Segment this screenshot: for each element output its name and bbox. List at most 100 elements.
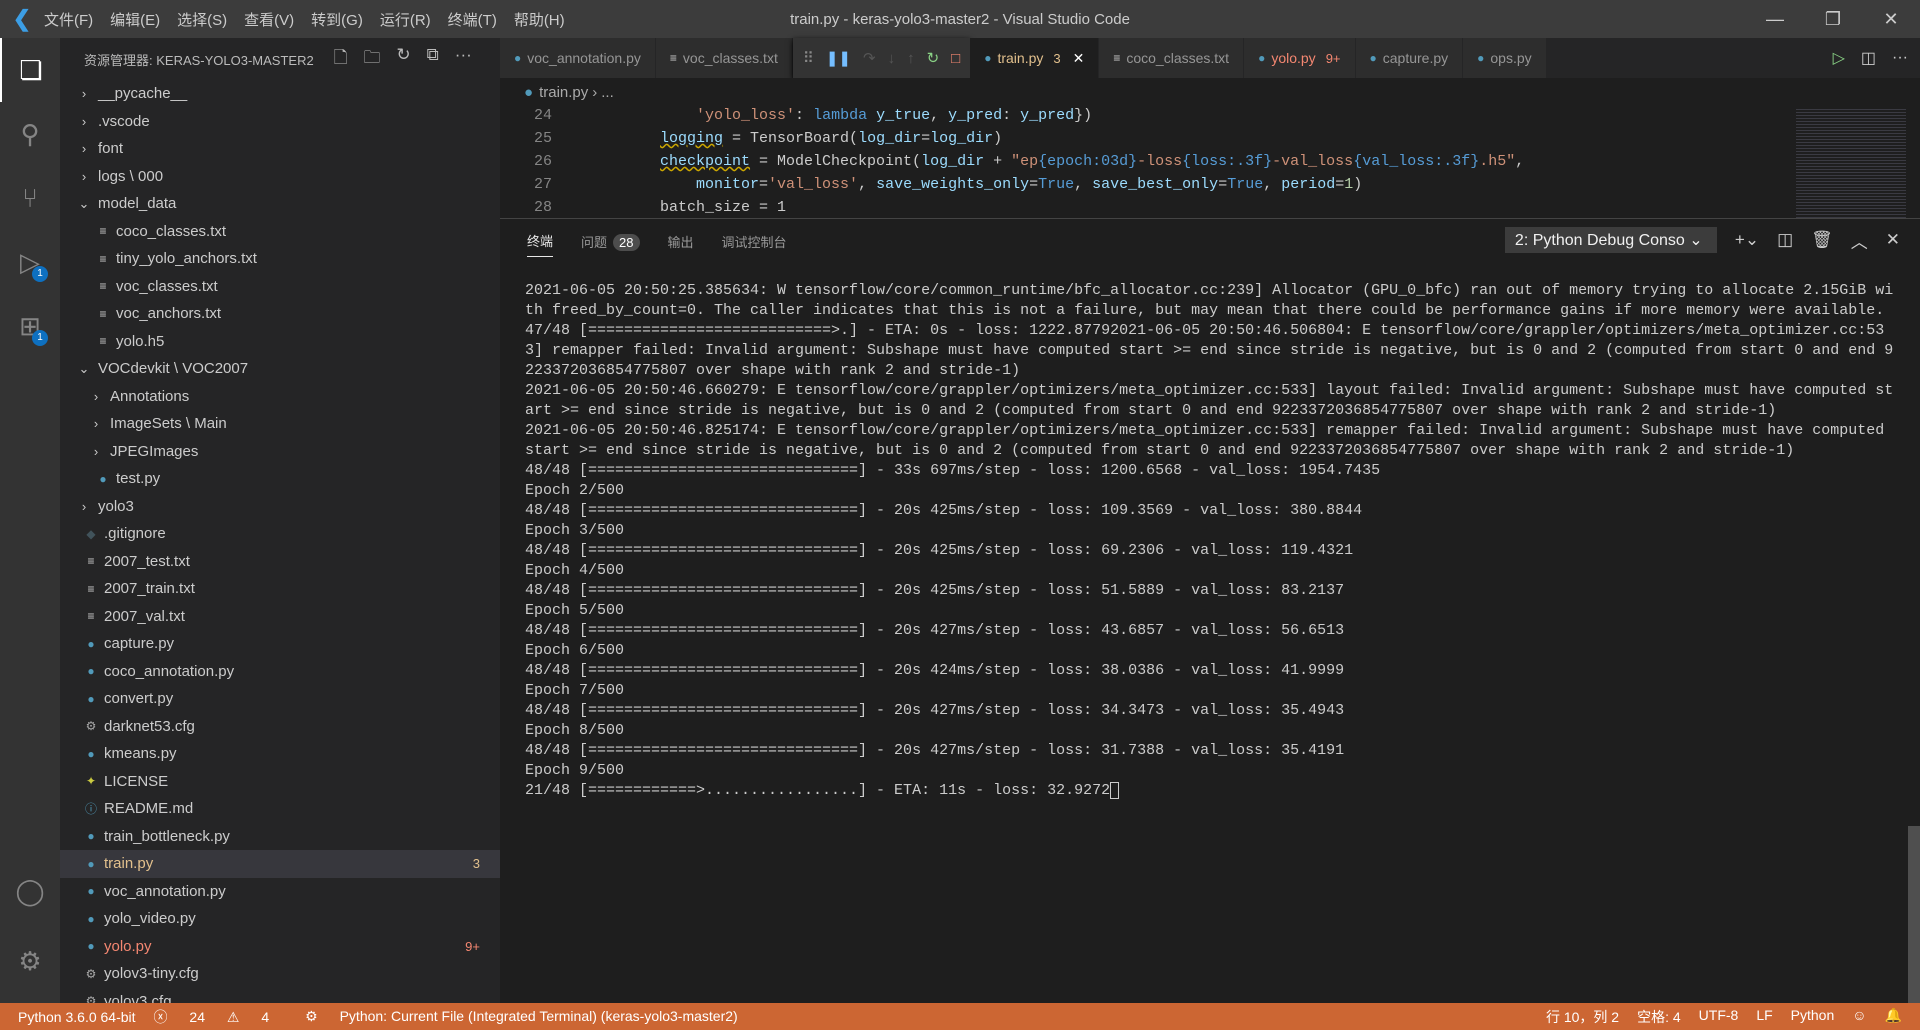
step-into-icon[interactable]: ↓ [888,50,896,67]
restart-icon[interactable]: ↻ [927,49,940,67]
tree-item[interactable]: ● voc_annotation.py [60,878,500,906]
code-editor[interactable]: 24 'yolo_loss': lambda y_true, y_pred: y… [500,107,1920,218]
tree-item[interactable]: ≡ 2007_test.txt [60,548,500,576]
tree-item[interactable]: › Annotations [60,383,500,411]
new-terminal-icon[interactable]: +⌄ [1735,230,1759,250]
explorer-icon[interactable]: ❏ [0,38,60,102]
source-control-icon[interactable]: ⑂ [0,166,60,230]
menu-item[interactable]: 转到(G) [311,12,363,29]
language-mode[interactable]: Python [1791,1007,1835,1027]
split-editor-icon[interactable]: ◫ [1861,48,1876,68]
tree-item[interactable]: ● yolo.py 9+ [60,933,500,961]
tab-output[interactable]: 输出 [668,232,694,251]
tree-item[interactable]: ≡ coco_classes.txt [60,218,500,246]
tree-item[interactable]: › font [60,135,500,163]
menu-item[interactable]: 编辑(E) [110,12,160,29]
tree-item[interactable]: ≡ 2007_train.txt [60,575,500,603]
tree-item[interactable]: ● train_bottleneck.py [60,823,500,851]
terminal-scrollbar[interactable] [1908,826,1920,1004]
tree-item[interactable]: ≡ voc_classes.txt [60,273,500,301]
tab-terminal[interactable]: 终端 [527,231,554,257]
drag-handle-icon[interactable]: ⠿ [803,49,814,67]
tree-item[interactable]: › __pycache__ [60,80,500,108]
minimize-icon[interactable]: — [1746,0,1804,38]
run-debug-icon[interactable]: ▷ 1 [0,230,60,294]
problems-status[interactable]: ⓧ 24 ⚠ 4 [154,1007,288,1027]
notifications-bell-icon[interactable]: 🔔 [1885,1007,1902,1027]
more-actions-icon[interactable]: ··· [455,45,472,74]
encoding[interactable]: UTF-8 [1699,1007,1739,1027]
tree-item[interactable]: ⚙ darknet53.cfg [60,713,500,741]
maximize-panel-chevron-up-icon[interactable]: ︿ [1851,228,1868,253]
tree-item[interactable]: › logs \ 000 [60,163,500,191]
tree-item[interactable]: ● test.py [60,465,500,493]
kill-terminal-trash-icon[interactable]: 🗑 [1811,230,1833,250]
tab-ops-py[interactable]: ● ops.py [1463,38,1547,78]
breadcrumb-file[interactable]: train.py [539,84,588,101]
tree-item[interactable]: ⌄ VOCdevkit \ VOC2007 [60,355,500,383]
menu-item[interactable]: 文件(F) [44,12,93,29]
tree-item[interactable]: › .vscode [60,108,500,136]
tab-coco-classes-txt[interactable]: ≡ coco_classes.txt [1099,38,1245,78]
refresh-icon[interactable]: ↻ [396,45,410,74]
indentation[interactable]: 空格: 4 [1637,1007,1681,1027]
step-over-icon[interactable]: ↷ [863,49,876,67]
tree-item[interactable]: ● yolo_video.py [60,905,500,933]
python-interpreter[interactable]: Python 3.6.0 64-bit [18,1009,136,1025]
tree-item[interactable]: › JPEGImages [60,438,500,466]
tree-item[interactable]: ● coco_annotation.py [60,658,500,686]
restore-icon[interactable]: ❐ [1804,0,1862,38]
close-panel-icon[interactable]: ✕ [1886,230,1900,250]
tree-item[interactable]: ⚙ yolov3.cfg [60,988,500,1003]
pause-icon[interactable]: ❚❚ [826,49,851,67]
feedback-icon[interactable]: ☺ [1852,1007,1866,1027]
end-of-line[interactable]: LF [1756,1007,1772,1027]
tree-item[interactable]: ● train.py 3 [60,850,500,878]
tree-item[interactable]: ≡ tiny_yolo_anchors.txt [60,245,500,273]
minimap[interactable] [1796,107,1906,218]
tree-item[interactable]: ● capture.py [60,630,500,658]
tree-item[interactable]: ≡ yolo.h5 [60,328,500,356]
breadcrumb-symbol[interactable]: ... [601,84,614,101]
collapse-all-icon[interactable]: ⧉ [427,45,439,74]
tab-capture-py[interactable]: ● capture.py [1355,38,1464,78]
run-python-file-icon[interactable]: ▷ [1833,48,1845,68]
menu-item[interactable]: 选择(S) [177,12,227,29]
menu-item[interactable]: 运行(R) [380,12,431,29]
terminal-select[interactable]: 2: Python Debug Conso ⌄ [1504,227,1717,253]
step-out-icon[interactable]: ↑ [907,50,915,67]
tree-item[interactable]: ≡ voc_anchors.txt [60,300,500,328]
tree-item[interactable]: ⚙ yolov3-tiny.cfg [60,960,500,988]
tab-train-py[interactable]: ● train.py 3 ✕ [970,38,1100,78]
tab-yolo-py[interactable]: ● yolo.py 9+ [1244,38,1356,78]
debug-config[interactable]: ⚙ Python: Current File (Integrated Termi… [305,1008,756,1025]
tab-voc-annotation-py[interactable]: ● voc_annotation.py [500,38,656,78]
tree-item[interactable]: ⌄ model_data [60,190,500,218]
account-icon[interactable]: ◯ [0,859,60,923]
tree-item[interactable]: › ImageSets \ Main [60,410,500,438]
tree-item[interactable]: ✦ LICENSE [60,768,500,796]
tab-voc-classes-txt[interactable]: ≡ voc_classes.txt [655,38,793,78]
terminal-output[interactable]: 2021-06-05 20:50:25.385634: W tensorflow… [525,281,1900,801]
menu-item[interactable]: 帮助(H) [514,12,565,29]
menu-item[interactable]: 终端(T) [448,12,497,29]
close-tab-icon[interactable]: ✕ [1073,50,1085,67]
tree-item[interactable]: ⓘ README.md [60,795,500,823]
new-file-icon[interactable]: 🗋 [334,45,348,74]
tree-item[interactable]: ◆ .gitignore [60,520,500,548]
search-icon[interactable]: ⚲ [0,102,60,166]
close-window-icon[interactable]: ✕ [1862,0,1920,38]
stop-icon[interactable]: □ [951,50,960,67]
extensions-icon[interactable]: ⊞ 1 [0,294,60,358]
tab-problems[interactable]: 问题 28 [581,232,640,251]
tab-debug-console[interactable]: 调试控制台 [722,232,787,251]
tree-item[interactable]: ● kmeans.py [60,740,500,768]
cursor-position[interactable]: 行 10，列 2 [1546,1007,1619,1027]
menu-item[interactable]: 查看(V) [244,12,294,29]
tree-item[interactable]: ● convert.py [60,685,500,713]
tree-item[interactable]: › yolo3 [60,493,500,521]
tree-item[interactable]: ≡ 2007_val.txt [60,603,500,631]
split-terminal-icon[interactable]: ◫ [1777,230,1793,250]
new-folder-icon[interactable]: 🗀 [363,45,380,74]
settings-gear-icon[interactable]: ⚙ [0,929,60,993]
